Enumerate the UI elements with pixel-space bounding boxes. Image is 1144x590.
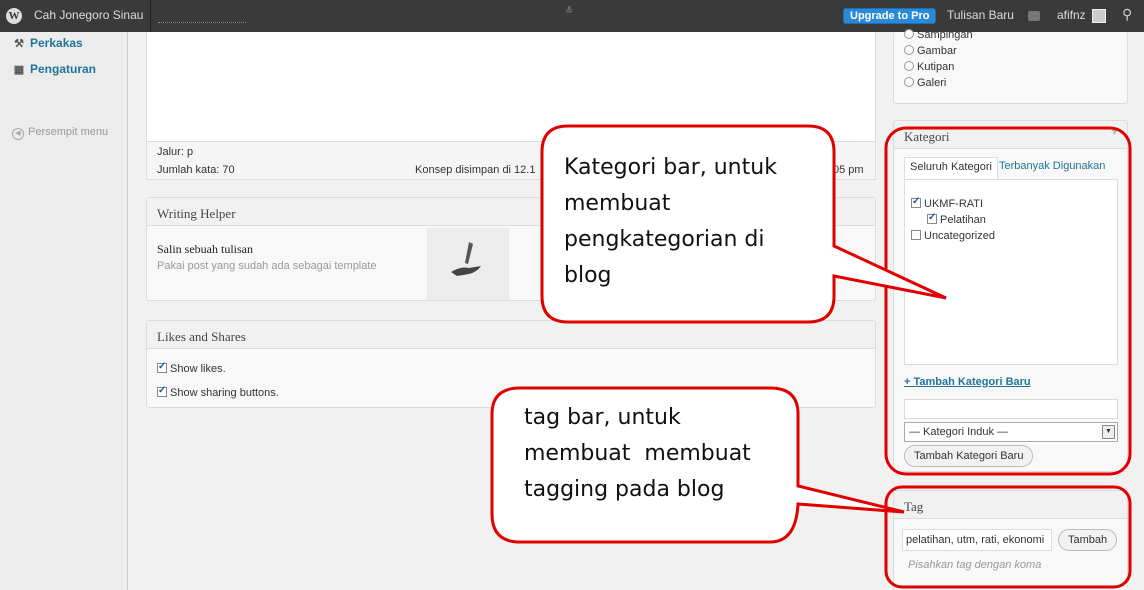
callout-line: tagging pada blog <box>524 477 725 502</box>
callout-line: tag bar, untuk <box>524 405 681 430</box>
callout-line: Kategori bar, untuk <box>564 155 777 180</box>
category-callout-text: Kategori bar, untuk membuat pengkategori… <box>564 150 777 294</box>
tag-callout-text: tag bar, untuk membuat membuat tagging p… <box>524 400 751 508</box>
tag-highlight <box>884 485 1132 589</box>
callout-line: pengkategorian di <box>564 227 765 252</box>
category-highlight <box>884 126 1132 476</box>
callout-line: membuat membuat <box>524 441 751 466</box>
callout-line: membuat <box>564 191 671 216</box>
callout-line: blog <box>564 263 612 288</box>
